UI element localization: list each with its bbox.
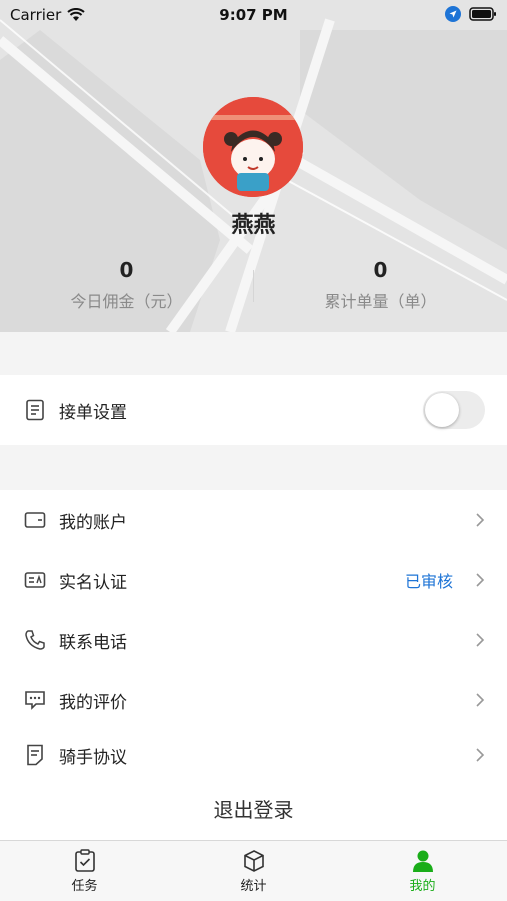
stat-value: 0 [119,258,134,282]
order-settings-label: 接单设置 [59,402,127,423]
tab-tasks[interactable]: 任务 [0,841,169,901]
chevron-right-icon [476,748,485,762]
wallet-icon [24,512,46,528]
order-settings-row[interactable]: 接单设置 [0,375,507,445]
tab-statistics[interactable]: 统计 [169,841,338,901]
toggle-knob [425,393,459,427]
menu-item-my-reviews[interactable]: 我的评价 [0,670,507,730]
avatar-image [203,97,303,197]
stat-label: 今日佣金（元） [70,292,183,311]
tab-mine[interactable]: 我的 [338,841,507,901]
chevron-right-icon [476,693,485,707]
box-icon [243,850,264,872]
user-name: 燕燕 [231,213,276,238]
location-icon [445,6,461,22]
stat-label: 累计单量（单） [324,292,437,311]
battery-icon [469,7,496,21]
chevron-right-icon [476,573,485,587]
menu-item-label: 骑手协议 [59,747,127,768]
chevron-right-icon [476,633,485,647]
menu-item-contact-phone[interactable]: 联系电话 [0,610,507,670]
verification-status: 已审核 [404,572,453,591]
status-bar: Carrier 9:07 PM [0,0,507,30]
comment-icon [25,691,45,710]
menu-item-rider-agreement[interactable]: 骑手协议 [0,730,507,780]
phone-icon [25,630,45,650]
status-time: 9:07 PM [219,6,288,24]
id-card-icon [24,572,46,588]
tab-label: 任务 [71,879,98,894]
menu-item-account[interactable]: 我的账户 [0,490,507,550]
menu-item-real-name-verification[interactable]: 实名认证 已审核 [0,550,507,610]
menu-item-label: 我的评价 [59,692,127,713]
tab-bar: 任务 统计 我的 [0,840,507,901]
menu-item-label: 联系电话 [59,632,127,653]
tab-label: 统计 [240,879,267,894]
menu-item-label: 我的账户 [59,512,127,533]
chevron-right-icon [476,513,485,527]
avatar[interactable] [203,97,303,197]
menu-item-label: 实名认证 [59,572,127,593]
person-icon [412,850,433,872]
stat-value: 0 [373,258,388,282]
document-icon [26,399,44,421]
logout-button[interactable]: 退出登录 [0,780,507,840]
document-icon [27,744,43,766]
stat-total-orders: 0 累计单量（单） [254,258,507,312]
tab-label: 我的 [409,879,436,894]
order-settings-toggle[interactable] [423,391,485,429]
status-right [445,6,497,22]
stat-today-commission: 0 今日佣金（元） [0,258,253,312]
clipboard-icon [74,849,95,872]
